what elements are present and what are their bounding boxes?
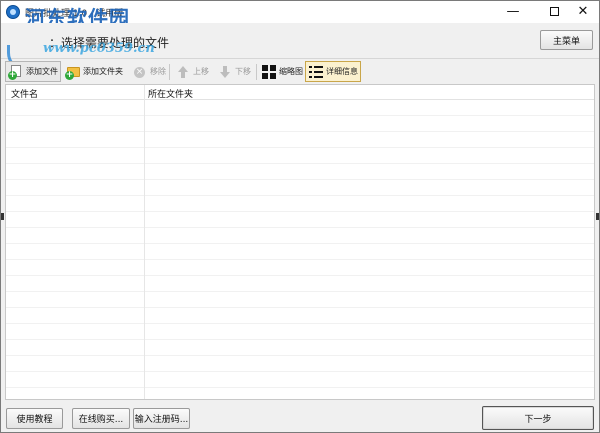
file-list[interactable]: 文件名 所在文件夹 [5,84,595,400]
add-file-label: 添加文件 [26,67,58,76]
arrow-down-icon [217,64,233,80]
maximize-icon [549,6,559,16]
remove-icon: × [134,66,145,78]
enter-code-button[interactable]: 输入注册码... [133,408,190,429]
move-down-button[interactable]: 下移 [215,61,253,82]
remove-label: 移除 [150,67,166,76]
app-window: 图片批处理 1.0 - 试用版 河东软件园 — ✕ ：选择需要处理的文件 www… [0,0,600,433]
title-bar[interactable]: 图片批处理 1.0 - 试用版 河东软件园 — ✕ [1,1,600,30]
add-folder-label: 添加文件夹 [83,67,123,76]
remove-button[interactable]: × 移除 [130,61,168,82]
main-menu-button[interactable]: 主菜单 [540,30,593,50]
column-divider[interactable] [144,85,145,399]
grid-icon [261,64,277,80]
toolbar: + 添加文件 + 添加文件夹 × 移除 上移 下移 缩略图 详细信息 [5,61,595,83]
thumbnail-view-button[interactable]: 缩略图 [259,61,305,82]
close-button[interactable]: ✕ [565,1,600,21]
add-file-icon: + [8,64,24,80]
resize-grip-left[interactable] [1,213,4,220]
arrow-up-icon [175,64,191,80]
toolbar-divider [256,64,257,80]
detail-view-button[interactable]: 详细信息 [305,61,361,82]
add-file-button[interactable]: + 添加文件 [5,61,61,82]
watermark-url: www.pc0359.cn [43,41,155,56]
buy-online-button[interactable]: 在线购买... [72,408,130,429]
thumbnail-view-label: 缩略图 [279,67,303,76]
move-up-label: 上移 [193,67,209,76]
file-list-header: 文件名 所在文件夹 [6,85,594,100]
add-folder-button[interactable]: + 添加文件夹 [63,61,125,82]
move-up-button[interactable]: 上移 [173,61,211,82]
detail-view-label: 详细信息 [326,67,358,76]
minimize-button[interactable]: — [495,1,531,21]
tutorial-button[interactable]: 使用教程 [6,408,63,429]
list-icon [308,64,324,80]
move-down-label: 下移 [235,67,251,76]
toolbar-divider [169,64,170,80]
column-header-filename[interactable]: 文件名 [11,87,38,100]
column-header-folder[interactable]: 所在文件夹 [148,87,193,100]
file-list-body[interactable] [6,100,594,399]
close-icon: ✕ [577,3,589,19]
next-step-button[interactable]: 下一步 [482,406,594,430]
resize-grip-right[interactable] [596,213,599,220]
app-logo-icon [6,5,20,19]
add-folder-icon: + [65,64,81,80]
minimize-icon: — [506,3,520,19]
